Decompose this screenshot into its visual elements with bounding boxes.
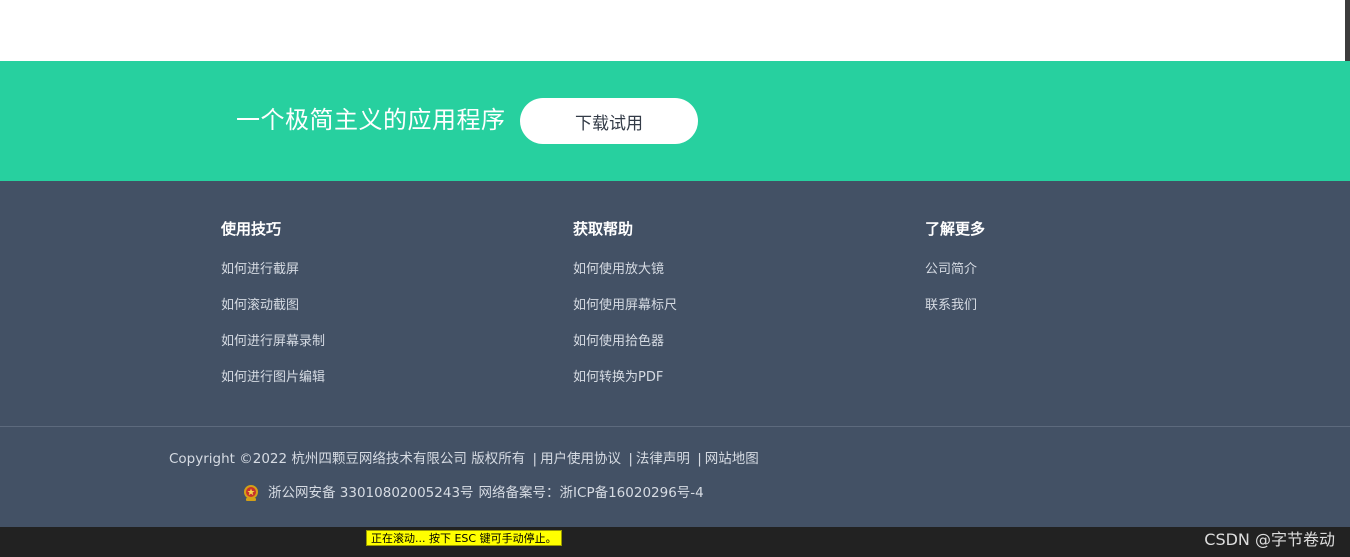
- copyright-text: Copyright ©2022 杭州四颗豆网络技术有限公司 版权所有: [169, 451, 526, 467]
- footer-link[interactable]: 联系我们: [925, 297, 985, 315]
- police-record-link[interactable]: 浙公网安备 33010802005243号: [268, 483, 474, 503]
- link-separator: |: [697, 451, 702, 467]
- scroll-notice: 正在滚动... 按下 ESC 键可手动停止。: [366, 530, 562, 546]
- footer-link[interactable]: 如何进行屏幕录制: [221, 333, 325, 351]
- footer-link-list: 公司简介 联系我们: [925, 261, 985, 315]
- icp-record-link[interactable]: 网络备案号：浙ICP备16020296号-4: [479, 483, 704, 503]
- footer-link[interactable]: 如何使用屏幕标尺: [573, 297, 677, 315]
- capture-status-bar: 正在滚动... 按下 ESC 键可手动停止。 CSDN @字节卷动: [0, 527, 1350, 557]
- footer-link[interactable]: 如何使用放大镜: [573, 261, 677, 279]
- footer-link[interactable]: 如何进行图片编辑: [221, 369, 325, 387]
- cta-tagline: 一个极简主义的应用程序: [236, 106, 506, 134]
- footer-column-tips: 使用技巧 如何进行截屏 如何滚动截图 如何进行屏幕录制 如何进行图片编辑: [221, 219, 325, 405]
- police-badge-icon: [242, 484, 260, 502]
- footer-link[interactable]: 如何使用拾色器: [573, 333, 677, 351]
- cta-banner: 一个极简主义的应用程序 下载试用: [0, 61, 1350, 181]
- link-separator: |: [532, 451, 538, 467]
- footer-link[interactable]: 如何转换为PDF: [573, 369, 677, 387]
- sitemap-link[interactable]: 网站地图: [705, 451, 759, 467]
- page: 一个极简主义的应用程序 下载试用 使用技巧 如何进行截屏 如何滚动截图 如何进行…: [0, 0, 1350, 557]
- footer-column-more: 了解更多 公司简介 联系我们: [925, 219, 985, 333]
- footer-divider: [0, 426, 1350, 427]
- footer-link[interactable]: 公司简介: [925, 261, 985, 279]
- footer-link[interactable]: 如何滚动截图: [221, 297, 325, 315]
- footer-column-title: 了解更多: [925, 220, 986, 238]
- legal-notice-link[interactable]: 法律声明: [636, 451, 690, 467]
- watermark: CSDN @字节卷动: [1204, 530, 1335, 549]
- footer-column-title: 使用技巧: [221, 220, 282, 238]
- user-agreement-link[interactable]: 用户使用协议: [540, 451, 621, 467]
- footer-column-help: 获取帮助 如何使用放大镜 如何使用屏幕标尺 如何使用拾色器 如何转换为PDF: [573, 219, 677, 405]
- footer-column-title: 获取帮助: [573, 220, 634, 238]
- footer-link[interactable]: 如何进行截屏: [221, 261, 325, 279]
- link-separator: |: [628, 451, 633, 467]
- site-footer: 使用技巧 如何进行截屏 如何滚动截图 如何进行屏幕录制 如何进行图片编辑 获取帮…: [0, 181, 1350, 527]
- top-blank-area: [0, 0, 1350, 61]
- footer-link-list: 如何进行截屏 如何滚动截图 如何进行屏幕录制 如何进行图片编辑: [221, 261, 325, 387]
- footer-link-list: 如何使用放大镜 如何使用屏幕标尺 如何使用拾色器 如何转换为PDF: [573, 261, 677, 387]
- record-line: 浙公网安备 33010802005243号 网络备案号：浙ICP备1602029…: [242, 483, 704, 503]
- download-trial-button[interactable]: 下载试用: [520, 98, 698, 144]
- copyright-line: Copyright ©2022 杭州四颗豆网络技术有限公司 版权所有 | 用户使用…: [169, 450, 759, 468]
